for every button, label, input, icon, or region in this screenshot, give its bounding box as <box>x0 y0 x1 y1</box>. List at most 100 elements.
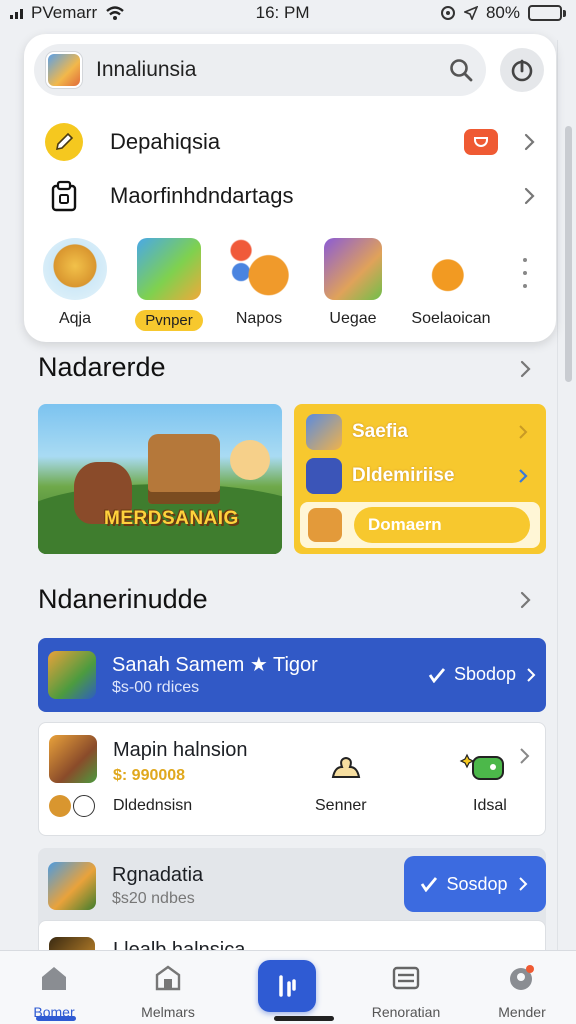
shortcut-3[interactable]: Napos <box>214 238 304 328</box>
chevron-right-icon[interactable] <box>516 360 534 378</box>
tab-label: Melmars <box>141 1004 195 1020</box>
game-row[interactable]: Mapin halnsion $: 990008 Dldednsisn Senn… <box>38 722 546 836</box>
cat-character <box>230 440 270 480</box>
battery-icon <box>528 5 566 21</box>
shortcut-label: Pvnper <box>135 310 203 331</box>
chevron-right-icon <box>519 425 528 439</box>
chevron-right-icon <box>527 667 536 682</box>
create-button[interactable] <box>258 960 316 1012</box>
temple-illustration <box>148 434 220 504</box>
navigation-arrow-icon <box>463 6 478 20</box>
promo-app-icon <box>306 414 342 450</box>
gamepad-icon <box>459 753 504 780</box>
game-row-featured[interactable]: Sanah Samem ★ Tigor $s-00 rdices Sbodop <box>38 638 546 712</box>
shortcut-icon <box>419 238 483 300</box>
menu-item-label: Maorfinhdndartags <box>110 183 294 208</box>
developer-badge-icon <box>73 795 95 817</box>
game-title: Sanah Samem ★ Tigor <box>112 654 318 676</box>
more-vertical-icon[interactable] <box>520 258 530 288</box>
notification-badge <box>464 129 498 155</box>
status-bar: PVemarr 16: PM 80% <box>0 0 576 26</box>
signal-icon <box>10 7 23 19</box>
shortcut-label: Aqja <box>58 310 92 327</box>
developer-name: Dldednsisn <box>113 797 193 814</box>
shortcut-row: Aqja Pvnper Napos Uegae Soelaoican <box>32 238 548 338</box>
store-icon <box>155 965 181 991</box>
promo-panel: Saefia Dldemiriise Domaern <box>294 404 546 554</box>
menu-item-1[interactable]: Depahiqsia <box>44 120 538 164</box>
game-thumbnail <box>48 862 96 910</box>
shortcut-1[interactable]: Aqja <box>30 238 120 328</box>
chevron-right-icon <box>524 187 535 205</box>
promo-pill-button[interactable]: Domaern <box>354 507 530 543</box>
chevron-right-icon <box>524 133 535 151</box>
scrollbar-thumb[interactable] <box>565 126 572 382</box>
tab-games[interactable]: Melmars <box>118 959 218 1020</box>
promo-item-3[interactable]: Domaern <box>300 502 540 548</box>
game-price: $: 990008 <box>113 767 186 784</box>
shortcut-label: Uegae <box>329 310 377 327</box>
shortcut-2[interactable]: Pvnper <box>124 238 214 331</box>
shortcut-label: Soelaoican <box>411 310 491 327</box>
user-icon <box>331 756 361 778</box>
shortcut-label: Napos <box>235 310 283 327</box>
play-button[interactable]: Sosdop <box>404 856 546 912</box>
featured-game-banner[interactable]: MERDSANAIG <box>38 404 282 554</box>
players-label: Senner <box>315 797 367 814</box>
content-edge <box>557 40 558 950</box>
promo-item-2[interactable]: Dldemiriise <box>306 458 532 494</box>
promo-item-1[interactable]: Saefia <box>306 414 532 450</box>
game-title: Mapin halnsion <box>113 739 248 761</box>
app-avatar <box>46 52 82 88</box>
clipboard-icon <box>44 176 84 216</box>
status-label: Idsal <box>473 797 507 814</box>
shortcut-5[interactable]: Soelaoican <box>406 238 496 328</box>
search-icon[interactable] <box>448 57 474 83</box>
chevron-right-icon[interactable] <box>516 591 534 609</box>
shortcut-icon <box>324 238 382 300</box>
game-subtitle: $s-00 rdices <box>112 679 200 696</box>
promo-item-label: Dldemiriise <box>352 465 455 486</box>
chevron-right-icon <box>519 469 528 483</box>
checkmark-icon <box>428 667 446 683</box>
developer-avatar <box>49 795 71 817</box>
shortcut-icon <box>137 238 201 300</box>
edit-icon <box>44 122 84 162</box>
tab-home[interactable]: Bomer <box>4 959 104 1020</box>
tab-library[interactable]: Renoratian <box>356 959 456 1020</box>
play-button-label: Sosdop <box>446 873 508 894</box>
chevron-right-icon <box>520 748 530 764</box>
chart-icon <box>279 975 296 997</box>
shortcut-4[interactable]: Uegae <box>308 238 398 328</box>
search-text[interactable]: Innaliunsia <box>96 58 448 82</box>
power-icon <box>511 59 533 82</box>
tab-label: Renoratian <box>371 1004 441 1020</box>
banner-logo: MERDSANAIG <box>104 508 239 529</box>
section-title: Nadarerde <box>38 352 166 382</box>
active-tab-indicator <box>36 1016 76 1021</box>
wifi-icon <box>106 6 124 20</box>
checkmark-icon <box>421 877 438 892</box>
quick-access-card: Innaliunsia Depahiqsia Maorfinhdndartags… <box>24 34 556 342</box>
chevron-right-icon <box>518 877 527 891</box>
clock: 16: PM <box>255 3 310 22</box>
location-icon <box>440 6 455 20</box>
game-thumbnail <box>48 651 96 699</box>
play-button-label: Sbodop <box>454 664 517 684</box>
search-bar[interactable]: Innaliunsia <box>34 44 486 96</box>
menu-item-2[interactable]: Maorfinhdndartags <box>44 174 538 218</box>
promo-item-label: Saefia <box>352 421 408 442</box>
game-thumbnail <box>49 735 97 783</box>
promo-app-icon <box>308 508 342 542</box>
home-indicator <box>274 1016 334 1021</box>
game-subtitle: $s20 ndbes <box>112 890 195 907</box>
tab-label: Mender <box>498 1004 546 1020</box>
power-button[interactable] <box>500 48 544 92</box>
menu-item-label: Depahiqsia <box>110 129 221 154</box>
shortcut-icon <box>43 238 107 300</box>
list-icon <box>392 966 420 990</box>
carrier-label: PVemarr <box>31 3 98 22</box>
shortcut-icon <box>227 238 291 300</box>
play-button[interactable]: Sbodop <box>428 664 538 685</box>
tab-profile[interactable]: Mender <box>472 959 572 1020</box>
